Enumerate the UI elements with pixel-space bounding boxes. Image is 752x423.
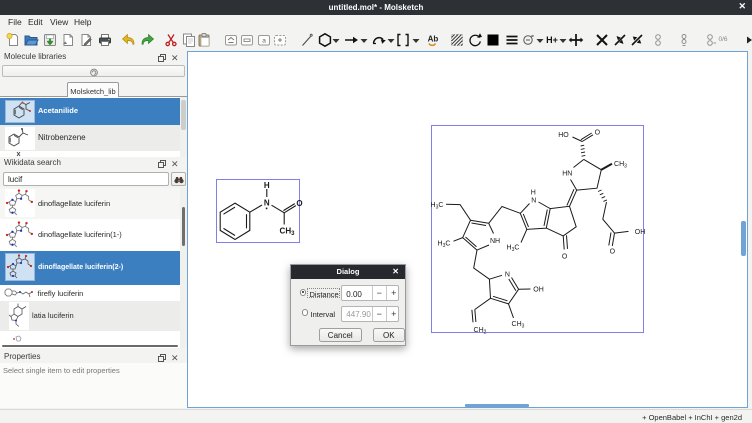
svg-text:H3C: H3C	[431, 202, 444, 210]
svg-text:Ab: Ab	[427, 34, 438, 43]
svg-text:HN: HN	[562, 171, 572, 178]
svg-text:O: O	[595, 129, 601, 136]
svg-text:O: O	[610, 249, 616, 256]
svg-text:H: H	[531, 190, 536, 197]
svg-text:CH3: CH3	[614, 161, 627, 169]
svg-text:O: O	[296, 199, 302, 208]
svg-text:N: N	[264, 199, 270, 208]
svg-text:O: O	[562, 254, 568, 261]
svg-text:CH2: CH2	[474, 327, 487, 335]
svg-text:H: H	[264, 181, 270, 190]
svg-text:N: N	[505, 271, 510, 278]
svg-text:HO: HO	[558, 132, 569, 139]
svg-text:0/6: 0/6	[718, 36, 727, 43]
svg-text:NH: NH	[490, 238, 500, 245]
svg-text:N: N	[531, 197, 536, 204]
svg-text:a: a	[262, 37, 266, 44]
svg-text:CH3: CH3	[280, 227, 296, 238]
svg-text:CH3: CH3	[512, 321, 525, 329]
svg-text:OH: OH	[533, 287, 544, 294]
svg-text:H3C: H3C	[507, 245, 520, 253]
svg-text:OH: OH	[635, 229, 646, 236]
svg-text:H3C: H3C	[438, 241, 451, 249]
